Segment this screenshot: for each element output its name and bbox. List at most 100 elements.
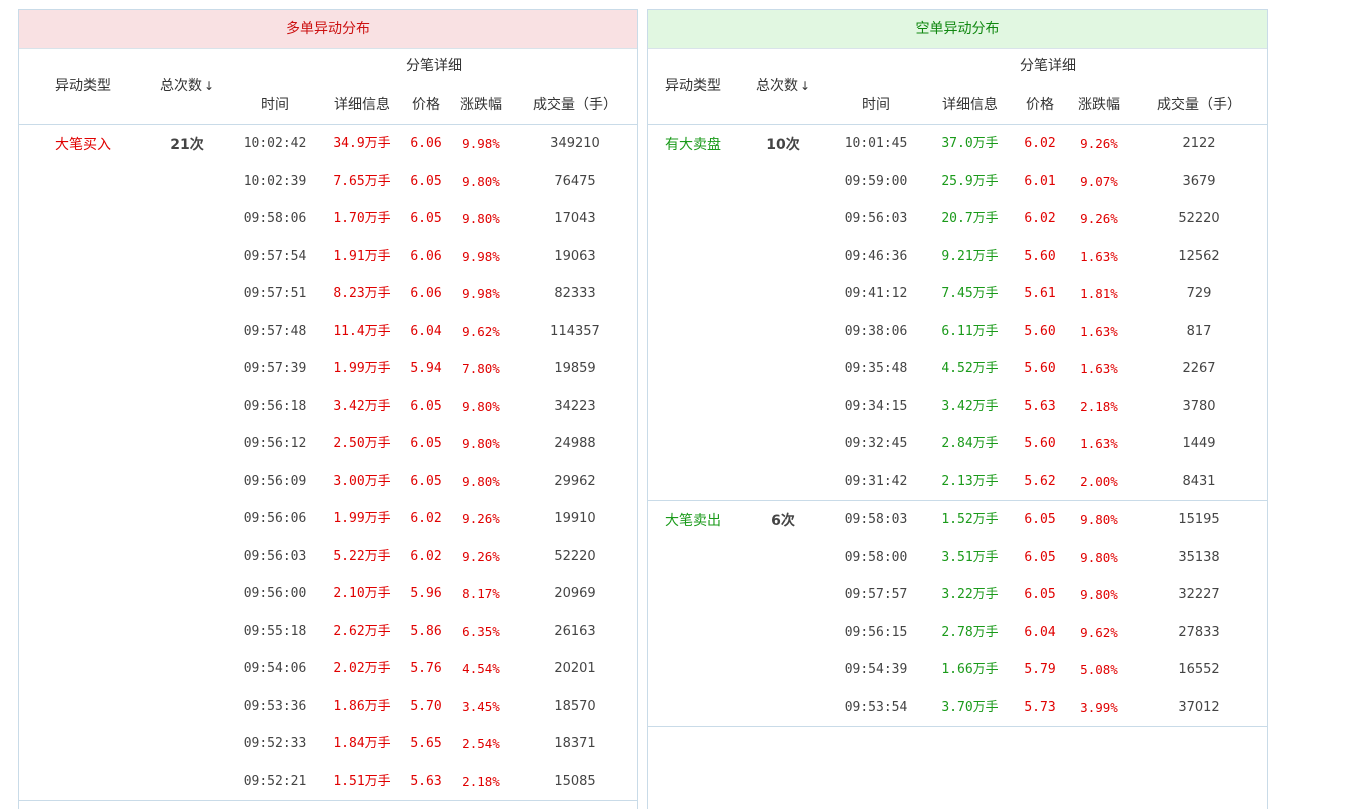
table-row: 09:58:06 1.70万手 6.05 9.80% 17043	[19, 200, 637, 238]
trade-price: 6.06	[410, 136, 442, 151]
header-count-sortable[interactable]: 总次数 ↓	[160, 78, 214, 94]
trade-time: 09:56:15	[844, 624, 908, 640]
trade-price: 5.60	[1024, 323, 1056, 339]
table-row: 09:57:51 8.23万手 6.06 9.98% 82333	[19, 275, 637, 313]
table-row: 09:32:45 2.84万手 5.60 1.63% 1449	[648, 425, 1267, 463]
trade-price: 6.05	[410, 398, 442, 414]
trade-volume: 3679	[1182, 173, 1216, 189]
anomaly-group: 有大卖盘 10次 10:01:45 37.0万手 6.02 9.26% 2122 09:59:…	[648, 125, 1267, 501]
table-row: 09:56:03 20.7万手 6.02 9.26% 52220	[648, 200, 1267, 238]
trade-time: 10:02:42	[243, 136, 307, 151]
trade-price: 6.05	[1024, 512, 1056, 527]
trade-volume: 35138	[1178, 549, 1220, 565]
trade-time: 10:02:39	[243, 173, 307, 189]
trade-detail-info: 1.86万手	[333, 698, 391, 714]
header-type: 异动类型	[665, 78, 721, 94]
trade-time: 09:57:48	[243, 323, 307, 339]
trade-time: 09:55:18	[243, 623, 307, 639]
trade-volume: 27833	[1178, 624, 1220, 640]
table-row: 09:59:00 25.9万手 6.01 9.07% 3679	[648, 163, 1267, 201]
trade-price: 6.05	[410, 211, 442, 226]
trade-time: 09:56:03	[243, 548, 307, 564]
trade-volume: 12562	[1178, 248, 1220, 264]
trade-volume: 1449	[1182, 436, 1216, 451]
table-row: 09:52:33 1.84万手 5.65 2.54% 18371	[19, 725, 637, 763]
trade-time: 09:46:36	[844, 248, 908, 264]
trade-volume: 34223	[554, 398, 596, 414]
trade-change: 2.00%	[1080, 473, 1118, 489]
trade-change: 4.54%	[462, 661, 500, 676]
header-time: 时间	[862, 97, 890, 113]
trade-detail-info: 34.9万手	[333, 136, 391, 151]
trade-change: 9.80%	[462, 211, 500, 226]
trade-detail-info: 5.22万手	[333, 548, 391, 564]
trade-price: 5.63	[1024, 398, 1056, 414]
trade-change: 7.80%	[462, 361, 500, 376]
trade-price: 5.79	[1024, 662, 1056, 677]
table-row: 09:35:48 4.52万手 5.60 1.63% 2267	[648, 350, 1267, 388]
trade-price: 6.01	[1024, 173, 1056, 189]
trade-detail-info: 3.70万手	[941, 699, 999, 715]
trade-detail-info: 9.21万手	[941, 248, 999, 264]
table-row: 09:56:06 1.99万手 6.02 9.26% 19910	[19, 500, 637, 538]
short-table-header: 异动类型 总次数 ↓ 分笔详细 时间 详细信息 价格 涨跌幅 成交量（手）	[648, 49, 1267, 125]
trade-volume: 18371	[554, 736, 596, 751]
trade-time: 09:52:33	[243, 736, 307, 751]
header-detail-group: 分笔详细	[406, 58, 462, 74]
trade-time: 10:01:45	[844, 136, 908, 151]
trade-price: 5.60	[1024, 436, 1056, 451]
table-row: 10:01:45 37.0万手 6.02 9.26% 2122	[648, 125, 1267, 163]
trade-price: 5.94	[410, 361, 442, 376]
trade-detail-info: 1.99万手	[333, 511, 391, 526]
trade-price: 6.02	[1024, 136, 1056, 151]
trade-change: 9.80%	[462, 473, 500, 489]
trade-price: 5.62	[1024, 473, 1056, 489]
table-row: 09:53:36 1.86万手 5.70 3.45% 18570	[19, 688, 637, 726]
table-row: 09:56:00 2.10万手 5.96 8.17% 20969	[19, 575, 637, 613]
trade-volume: 817	[1186, 323, 1212, 339]
sort-down-icon: ↓	[799, 79, 811, 93]
trade-volume: 37012	[1178, 699, 1220, 715]
table-row: 09:31:42 2.13万手 5.62 2.00% 8431	[648, 463, 1267, 501]
trade-detail-info: 2.13万手	[941, 473, 999, 489]
trade-time: 09:57:39	[243, 361, 307, 376]
trade-detail-info: 2.02万手	[333, 661, 391, 676]
trade-price: 5.96	[410, 586, 442, 601]
header-volume: 成交量（手）	[1157, 97, 1241, 113]
trade-price: 5.60	[1024, 248, 1056, 264]
trade-price: 6.04	[410, 323, 442, 339]
trade-volume: 2267	[1182, 361, 1216, 376]
trade-volume: 20969	[554, 586, 596, 601]
trade-detail-info: 1.91万手	[333, 248, 391, 264]
trade-price: 5.63	[410, 773, 442, 789]
table-row: 09:52:21 1.51万手 5.63 2.18% 15085	[19, 763, 637, 801]
table-row: 09:57:48 11.4万手 6.04 9.62% 114357	[19, 313, 637, 351]
trade-change: 9.98%	[462, 136, 500, 151]
table-row: 09:55:18 2.62万手 5.86 6.35% 26163	[19, 613, 637, 651]
trade-price: 5.61	[1024, 286, 1056, 301]
table-row: 09:57:54 1.91万手 6.06 9.98% 19063	[19, 238, 637, 276]
table-row: 09:46:36 9.21万手 5.60 1.63% 12562	[648, 238, 1267, 276]
trade-change: 5.08%	[1080, 662, 1118, 677]
trade-time: 09:59:00	[844, 173, 908, 189]
trade-volume: 20201	[554, 661, 596, 676]
sort-down-icon: ↓	[203, 79, 215, 93]
trade-time: 09:58:03	[844, 512, 908, 527]
header-count-sortable[interactable]: 总次数 ↓	[756, 78, 810, 94]
trade-price: 6.05	[410, 473, 442, 489]
trade-volume: 729	[1186, 286, 1212, 301]
trade-time: 09:56:09	[243, 473, 307, 489]
table-row: 09:57:57 3.22万手 6.05 9.80% 32227	[648, 576, 1267, 614]
trade-change: 9.80%	[462, 436, 500, 451]
trade-price: 6.05	[410, 173, 442, 189]
trade-change: 3.45%	[462, 698, 500, 714]
trade-change: 9.80%	[1080, 512, 1118, 527]
trade-change: 9.80%	[462, 173, 500, 189]
anomaly-group: 大笔买入 21次 10:02:42 34.9万手 6.06 9.98% 349210 10:0…	[19, 125, 637, 801]
header-count: 总次数	[159, 78, 202, 94]
trade-detail-info: 2.50万手	[333, 436, 391, 451]
trade-volume: 8431	[1182, 473, 1216, 489]
trade-change: 2.18%	[462, 773, 500, 789]
trade-volume: 16552	[1178, 662, 1220, 677]
trade-change: 9.98%	[462, 248, 500, 264]
